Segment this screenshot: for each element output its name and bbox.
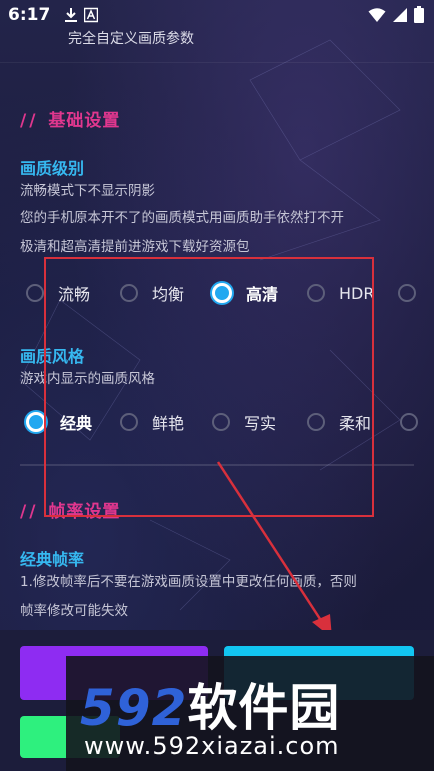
watermark-url: www.592xiazai.com [84,732,340,760]
watermark-logo-text: 软件园 [187,679,341,737]
watermark-logo-number: 592 [80,679,188,737]
watermark-logo: 592软件园 [80,668,340,740]
watermark: 592软件园 www.592xiazai.com [66,656,434,771]
